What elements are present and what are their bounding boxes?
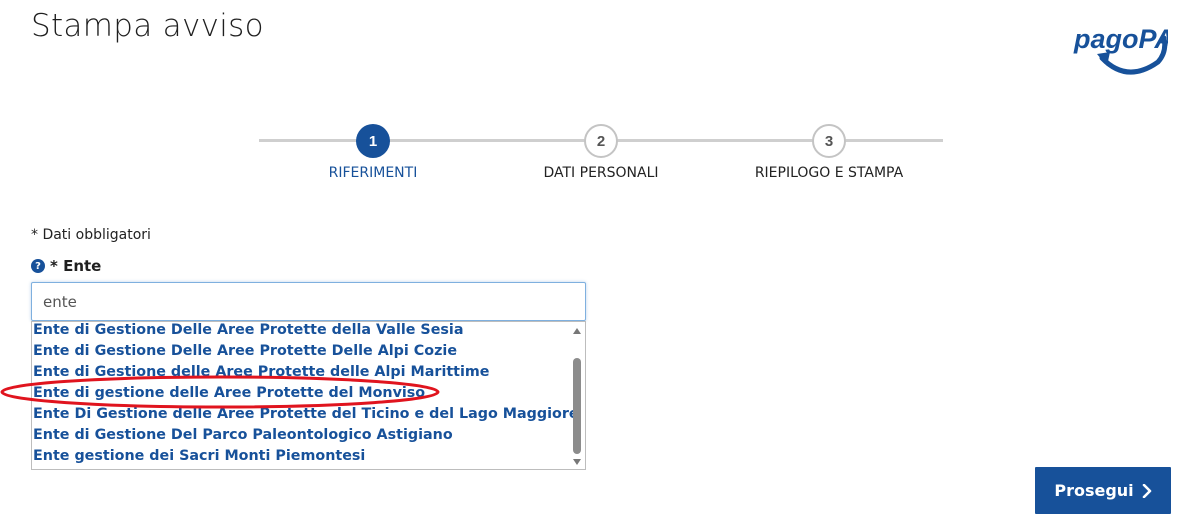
prosegui-label: Prosegui — [1054, 481, 1134, 500]
scroll-up-arrow-icon[interactable] — [573, 328, 581, 334]
ente-option-alpi-marittime[interactable]: Ente di Gestione delle Aree Protette del… — [33, 362, 490, 383]
ente-option-ticino-lago-maggiore[interactable]: Ente Di Gestione delle Aree Protette del… — [33, 404, 579, 425]
ente-field-label: ? * Ente — [31, 257, 101, 275]
step-riferimenti: 1 RIFERIMENTI — [253, 124, 493, 181]
ente-label-text: * Ente — [50, 257, 102, 275]
step-label-riepilogo-stampa: RIEPILOGO E STAMPA — [754, 165, 904, 181]
step-riepilogo-stampa: 3 RIEPILOGO E STAMPA — [709, 124, 949, 181]
required-fields-note: * Dati obbligatori — [31, 227, 151, 243]
step-label-riferimenti: RIFERIMENTI — [328, 165, 418, 181]
pagopa-logo: pagoPA — [1073, 24, 1168, 75]
ente-option-parco-paleontologico[interactable]: Ente di Gestione Del Parco Paleontologic… — [33, 425, 453, 446]
step-number-2: 2 — [584, 124, 618, 158]
step-dati-personali: 2 DATI PERSONALI — [481, 124, 721, 181]
ente-option-monviso[interactable]: Ente di gestione delle Aree Protette del… — [33, 383, 425, 404]
options-scrollbar[interactable] — [570, 323, 584, 469]
step-number-1: 1 — [356, 124, 390, 158]
question-circle-icon[interactable]: ? — [31, 259, 45, 273]
step-number-3: 3 — [812, 124, 846, 158]
ente-search-input[interactable] — [31, 282, 586, 321]
ente-option-valle-sesia[interactable]: Ente di Gestione Delle Aree Protette del… — [33, 322, 463, 341]
chevron-right-icon — [1142, 483, 1151, 498]
scroll-down-arrow-icon[interactable] — [573, 459, 581, 465]
ente-options-list[interactable]: Ente di Gestione Delle Aree Protette del… — [31, 321, 586, 470]
step-label-dati-personali: DATI PERSONALI — [543, 165, 659, 181]
ente-option-alpi-cozie[interactable]: Ente di Gestione Delle Aree Protette Del… — [33, 341, 457, 362]
prosegui-button[interactable]: Prosegui — [1035, 467, 1171, 514]
page-title: Stampa avviso — [31, 8, 264, 44]
scrollbar-thumb[interactable] — [573, 358, 581, 454]
ente-option-sacri-monti[interactable]: Ente gestione dei Sacri Monti Piemontesi — [33, 446, 365, 467]
pagopa-logo-text: pagoPA — [1073, 24, 1168, 54]
